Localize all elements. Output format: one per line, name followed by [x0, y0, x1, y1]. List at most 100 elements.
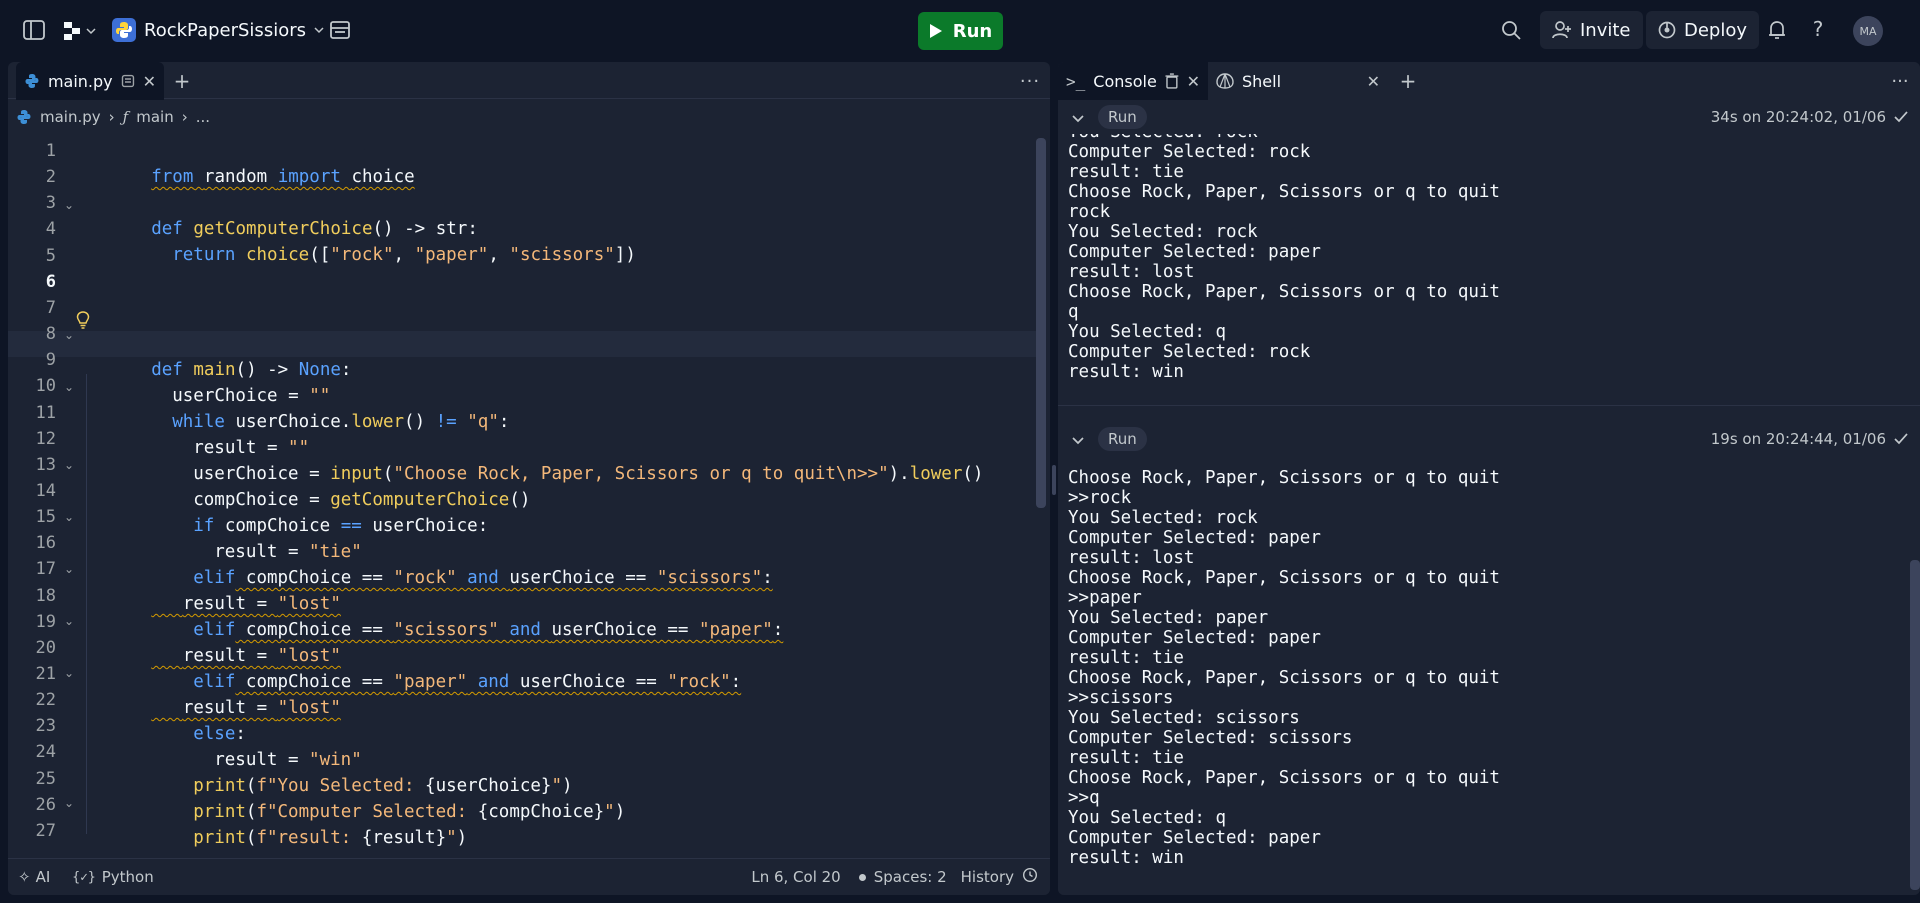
run-timestamp-1: 34s on 20:24:02, 01/06 [1710, 108, 1886, 126]
line-number: 6 [45, 271, 56, 292]
add-tab-icon[interactable]: + [1394, 62, 1422, 100]
function-icon: ƒ [122, 108, 129, 126]
editor-tab-bar: main.py ✕ + ··· [8, 62, 1050, 100]
code-line-16: elif compChoice == "scissors" and userCh… [193, 620, 784, 640]
console-tab-bar: >_ Console ✕ Shell ✕ + ··· [1058, 62, 1920, 101]
breadcrumb-ellipsis[interactable]: ... [196, 108, 210, 126]
invite-button[interactable]: Invite [1540, 11, 1643, 49]
code-line-11: compChoice = getComputerChoice() [193, 490, 531, 510]
line-number: 3 [45, 193, 56, 214]
run-button[interactable]: Run [918, 12, 1003, 50]
python-file-icon [25, 74, 39, 88]
line-number: 12 [35, 428, 56, 449]
line-number: 27 [35, 820, 56, 841]
line-number: 9 [45, 350, 56, 371]
run-output-2: Choose Rock, Paper, Scissors or q to qui… [1068, 468, 1500, 868]
line-number: 19 [35, 611, 56, 632]
close-tab-icon[interactable]: ✕ [143, 72, 156, 91]
fold-chevron-icon[interactable]: ⌄ [64, 380, 74, 394]
code-line-17: result = "lost" [182, 646, 341, 666]
code-line-4: return choice(["rock", "paper", "scissor… [172, 245, 636, 265]
fold-chevron-icon[interactable]: ⌄ [64, 458, 74, 472]
collapse-chevron-icon[interactable] [1072, 430, 1084, 449]
deploy-icon [1658, 21, 1676, 39]
line-number: 2 [45, 167, 56, 188]
deploy-button[interactable]: Deploy [1646, 11, 1760, 49]
language-label[interactable]: Python [102, 868, 154, 886]
ai-button[interactable]: AI [36, 868, 51, 886]
play-icon [929, 24, 942, 38]
code-line-7: userChoice = "" [172, 386, 331, 406]
fold-chevron-icon[interactable]: ⌄ [64, 198, 74, 212]
run-badge-1[interactable]: Run [1098, 105, 1147, 129]
terminal-prompt-icon: >_ [1066, 71, 1086, 91]
tab-console[interactable]: >_ Console ✕ [1058, 62, 1208, 100]
breadcrumb-function[interactable]: main [136, 108, 173, 126]
avatar[interactable]: MA [1853, 16, 1883, 46]
cursor-position[interactable]: Ln 6, Col 20 [751, 868, 840, 886]
invite-label: Invite [1580, 19, 1631, 41]
history-button[interactable]: History [961, 868, 1014, 886]
trash-icon[interactable] [1165, 73, 1179, 89]
run-output-1: You Selected: rock Computer Selected: ro… [1068, 122, 1500, 382]
code-line-21: result = "win" [214, 750, 362, 770]
code-line-6: def main() -> None: [151, 360, 352, 380]
avatar-initials: MA [1859, 24, 1877, 38]
code-line-10: userChoice = input("Choose Rock, Paper, … [193, 464, 984, 484]
panel-resize-handle[interactable] [1052, 465, 1056, 495]
fold-chevron-icon[interactable]: ⌄ [64, 510, 74, 524]
editor-panel: main.py ✕ + ··· main.py › ƒ main › ... 1… [8, 62, 1050, 895]
project-selector[interactable]: RockPaperSissiors [112, 16, 324, 44]
console-scrollbar-thumb[interactable] [1910, 560, 1920, 890]
line-number: 16 [35, 533, 56, 554]
tab-shell[interactable]: Shell ✕ [1208, 62, 1388, 100]
add-user-icon [1552, 21, 1571, 39]
scrollbar-thumb[interactable] [1036, 138, 1046, 508]
run-badge-2[interactable]: Run [1098, 427, 1147, 451]
line-number: 24 [35, 742, 56, 763]
replit-menu-icon[interactable] [62, 19, 96, 43]
fold-chevron-icon[interactable]: ⌄ [64, 666, 74, 680]
tab-shell-label: Shell [1242, 71, 1282, 91]
add-tab-icon[interactable]: + [168, 62, 196, 100]
lightbulb-icon[interactable] [76, 311, 90, 333]
indent-setting[interactable]: Spaces: 2 [874, 868, 947, 886]
line-number: 23 [35, 716, 56, 737]
line-number: 8 [45, 324, 56, 345]
code-line-19: result = "lost" [182, 698, 341, 718]
line-number: 15 [35, 507, 56, 528]
collapse-chevron-icon[interactable] [1072, 108, 1084, 127]
tab-main-py[interactable]: main.py ✕ [16, 62, 164, 100]
tab-main-py-label: main.py [47, 71, 113, 91]
code-editor[interactable]: 1 2 3 4 5 6 7 8 9 10 11 12 13 14 15 16 17 18 19 20 21 22 23 24 2… [8, 134, 1046, 860]
code-line-3: def getComputerChoice() -> str: [151, 219, 478, 239]
line-number: 1 [45, 141, 56, 161]
more-options-icon[interactable]: ··· [1888, 62, 1912, 100]
code-line-15: result = "lost" [182, 594, 341, 614]
history-icon[interactable] [1022, 867, 1038, 887]
project-name: RockPaperSissiors [144, 19, 306, 41]
sidebar-toggle-icon[interactable] [22, 18, 46, 42]
line-number: 4 [45, 219, 56, 240]
checkmark-icon [1894, 430, 1908, 449]
python-file-icon [17, 110, 31, 124]
fold-chevron-icon[interactable]: ⌄ [64, 614, 74, 628]
breadcrumb-chevron-icon: › [108, 108, 115, 126]
close-tab-icon[interactable]: ✕ [1367, 72, 1380, 91]
fold-chevron-icon[interactable]: ⌄ [64, 562, 74, 576]
line-number: 10 [35, 376, 56, 397]
breadcrumb-file[interactable]: main.py [40, 108, 101, 126]
ai-sparkle-icon[interactable]: ✧ [18, 868, 31, 886]
line-number-gutter: 1 2 3 4 5 6 7 8 9 10 11 12 13 14 15 16 17 18 19 20 21 22 23 24 2… [8, 134, 56, 860]
notifications-bell-icon[interactable] [1766, 19, 1788, 41]
fold-chevron-icon[interactable]: ⌄ [64, 328, 74, 342]
close-tab-icon[interactable]: ✕ [1187, 72, 1200, 91]
workspace-panel-icon[interactable] [329, 19, 351, 41]
line-number: 11 [35, 402, 56, 423]
search-icon[interactable] [1500, 19, 1522, 41]
help-icon[interactable]: ? [1808, 17, 1828, 41]
more-options-icon[interactable]: ··· [1018, 62, 1042, 100]
fold-chevron-icon[interactable]: ⌄ [64, 796, 74, 810]
top-bar: RockPaperSissiors Run Invite Deploy ? MA [0, 0, 1920, 60]
file-outline-icon[interactable] [121, 74, 135, 88]
